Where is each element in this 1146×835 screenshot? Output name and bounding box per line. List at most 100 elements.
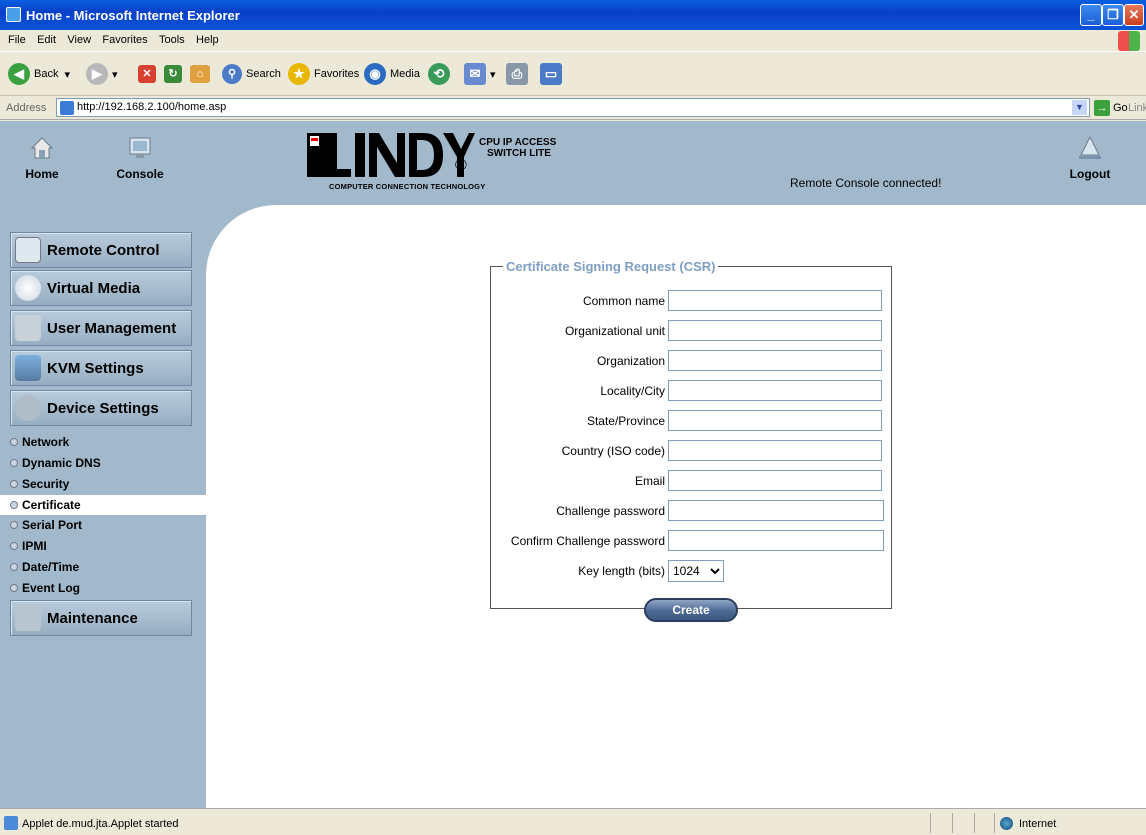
menu-help[interactable]: Help	[196, 34, 219, 46]
remote-control-icon	[15, 237, 41, 263]
common-name-label: Common name	[582, 294, 665, 308]
organizational-unit-label: Organizational unit	[564, 324, 665, 338]
menu-tools[interactable]: Tools	[159, 34, 185, 46]
window-titlebar: Home - Microsoft Internet Explorer _ ❐ ✕	[0, 0, 1146, 30]
favorites-button[interactable]: ★ Favorites	[288, 61, 359, 87]
address-bar: Address http://192.168.2.100/home.asp ▼ …	[0, 96, 1146, 120]
product-name: CPU IP ACCESS SWITCH LITE	[479, 137, 557, 159]
address-label: Address	[6, 102, 47, 114]
csr-legend: Certificate Signing Request (CSR)	[506, 259, 716, 274]
status-bar: Applet de.mud.jta.Applet started Interne…	[0, 808, 1146, 835]
menu-file[interactable]: File	[8, 34, 26, 46]
stop-icon: ✕	[138, 65, 156, 83]
users-icon	[15, 315, 41, 341]
stop-button[interactable]: ✕	[138, 61, 160, 87]
logo-tagline: COMPUTER CONNECTION TECHNOLOGY	[329, 182, 486, 191]
print-icon: ⎙	[506, 63, 528, 85]
home-toolbar-button[interactable]: ⌂	[190, 61, 214, 87]
organization-label: Organization	[596, 354, 665, 368]
favorites-star-icon: ★	[288, 63, 310, 85]
refresh-button[interactable]: ↻	[164, 61, 186, 87]
menu-view[interactable]: View	[67, 34, 91, 46]
menu-favorites[interactable]: Favorites	[102, 34, 147, 46]
email-field[interactable]	[668, 470, 882, 491]
bullet-icon	[10, 521, 18, 529]
media-button[interactable]: ◉ Media	[364, 61, 420, 87]
home-nav-button[interactable]: Home	[12, 135, 72, 181]
internet-globe-icon	[1000, 817, 1013, 830]
common-name-field[interactable]	[668, 290, 882, 311]
console-monitor-icon	[129, 137, 151, 158]
security-zone: Internet	[1000, 817, 1056, 830]
organizational-unit-field[interactable]	[668, 320, 882, 341]
challenge-password-field[interactable]	[668, 500, 884, 521]
mail-button[interactable]: ✉ ▾	[464, 61, 496, 87]
key-length-label: Key length (bits)	[578, 564, 665, 578]
menu-remote-control[interactable]: Remote Control	[10, 232, 192, 268]
go-arrow-icon: →	[1094, 100, 1110, 116]
mail-icon: ✉	[464, 63, 486, 85]
address-dropdown-icon[interactable]: ▼	[1072, 100, 1087, 115]
submenu-event-log[interactable]: Event Log	[0, 578, 206, 598]
search-button[interactable]: ⚲ Search	[222, 61, 281, 87]
history-icon: ⟲	[428, 63, 450, 85]
menu-user-management[interactable]: User Management	[10, 310, 192, 346]
virtual-media-disc-icon	[15, 275, 41, 301]
menu-kvm-settings[interactable]: KVM Settings	[10, 350, 192, 386]
media-icon: ◉	[364, 63, 386, 85]
create-button[interactable]: Create	[644, 598, 738, 622]
submenu-dynamic-dns[interactable]: Dynamic DNS	[0, 453, 206, 473]
key-length-select[interactable]: 1024	[668, 560, 724, 582]
console-nav-button[interactable]: Console	[110, 135, 170, 181]
close-button[interactable]: ✕	[1124, 4, 1144, 26]
messenger-button[interactable]: ▭	[540, 61, 566, 87]
logout-icon	[1079, 135, 1101, 159]
ie-icon	[6, 7, 21, 22]
csr-form: Certificate Signing Request (CSR) Common…	[490, 259, 892, 622]
device-settings-gears-icon	[15, 395, 41, 421]
messenger-icon: ▭	[540, 63, 562, 85]
back-arrow-icon: ◀	[8, 63, 30, 85]
back-button[interactable]: ◀ Back ▾	[8, 61, 70, 87]
bullet-icon	[10, 501, 18, 509]
locality-field[interactable]	[668, 380, 882, 401]
country-field[interactable]	[668, 440, 882, 461]
submenu-ipmi[interactable]: IPMI	[0, 536, 206, 556]
address-input[interactable]: http://192.168.2.100/home.asp ▼	[56, 98, 1090, 117]
logout-button[interactable]: Logout	[1060, 135, 1120, 181]
history-button[interactable]: ⟲	[428, 61, 454, 87]
locality-label: Locality/City	[600, 384, 665, 398]
bullet-icon	[10, 438, 18, 446]
bullet-icon	[10, 584, 18, 592]
confirm-challenge-password-label: Confirm Challenge password	[510, 534, 665, 548]
links-toolbar[interactable]: Links	[1128, 102, 1146, 114]
windows-logo-icon	[1118, 31, 1140, 51]
go-button[interactable]: → Go	[1094, 100, 1128, 116]
submenu-serial-port[interactable]: Serial Port	[0, 515, 206, 535]
state-label: State/Province	[586, 414, 665, 428]
menu-device-settings[interactable]: Device Settings	[10, 390, 192, 426]
forward-button[interactable]: ▶ ▾	[86, 61, 118, 87]
window-title: Home - Microsoft Internet Explorer	[26, 8, 240, 23]
search-icon: ⚲	[222, 64, 242, 84]
maximize-button[interactable]: ❐	[1102, 4, 1124, 26]
bullet-icon	[10, 459, 18, 467]
submenu-network[interactable]: Network	[0, 432, 206, 452]
menu-maintenance[interactable]: Maintenance	[10, 600, 192, 636]
forward-arrow-icon: ▶	[86, 63, 108, 85]
organization-field[interactable]	[668, 350, 882, 371]
menu-virtual-media[interactable]: Virtual Media	[10, 270, 192, 306]
confirm-challenge-password-field[interactable]	[668, 530, 884, 551]
page-content: Home Console ® CPU IP ACCESS SWITCH LITE …	[0, 121, 1146, 808]
submenu-date-time[interactable]: Date/Time	[0, 557, 206, 577]
page-status-icon	[4, 816, 18, 830]
refresh-icon: ↻	[164, 65, 182, 83]
home-icon	[30, 137, 54, 159]
menu-edit[interactable]: Edit	[37, 34, 56, 46]
submenu-certificate[interactable]: Certificate	[0, 495, 206, 515]
print-button[interactable]: ⎙	[506, 61, 532, 87]
submenu-security[interactable]: Security	[0, 474, 206, 494]
state-field[interactable]	[668, 410, 882, 431]
registered-mark-icon: ®	[455, 157, 467, 174]
minimize-button[interactable]: _	[1080, 4, 1102, 26]
